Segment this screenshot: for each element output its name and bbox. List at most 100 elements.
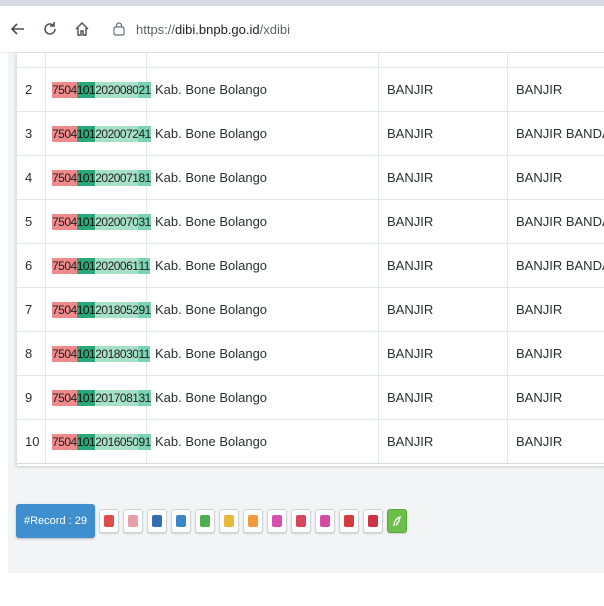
page-content: 2 7504 101 2020080 21 Kab. Bone Bolango BANJIR… bbox=[8, 53, 604, 573]
kabupaten-cell: Kab. Bone Bolango bbox=[146, 199, 379, 244]
kabupaten-cell: Kab. Bone Bolango bbox=[146, 67, 379, 112]
kabupaten-cell: Kab. Bone Bolango bbox=[146, 155, 379, 200]
blue-wave-filter-button[interactable] bbox=[170, 509, 191, 533]
event-code-segment: 101 bbox=[76, 301, 96, 318]
event-code[interactable]: 7504 101 2018052 91 bbox=[45, 287, 151, 332]
event-code[interactable]: 7504 101 2017081 31 bbox=[45, 375, 151, 420]
results-table: 2 7504 101 2020080 21 Kab. Bone Bolango BANJIR… bbox=[17, 53, 604, 464]
event-code-segment: 81 bbox=[138, 169, 151, 186]
disaster-type-cell: BANJIR bbox=[378, 155, 508, 200]
event-type-cell: BANJIR bbox=[507, 375, 604, 420]
event-code-segment: 7504 bbox=[52, 213, 77, 230]
reload-icon[interactable] bbox=[36, 15, 64, 43]
event-code-segment: 31 bbox=[138, 389, 151, 406]
kabupaten-cell: Kab. Bone Bolango bbox=[146, 419, 379, 464]
event-code-segment: 101 bbox=[76, 169, 96, 186]
red-building-filter-button[interactable] bbox=[290, 509, 311, 533]
orange-fire-filter-button[interactable] bbox=[242, 509, 263, 533]
table-row[interactable]: 4 7504 101 2020071 81 Kab. Bone Bolango BANJIR… bbox=[17, 155, 604, 200]
green-leaf-filter-button[interactable] bbox=[386, 509, 407, 533]
row-number: 6 bbox=[17, 243, 46, 288]
page-info-icon[interactable] bbox=[110, 20, 128, 38]
bottom-toolbar: #Record : 29 bbox=[16, 503, 411, 539]
event-code-segment: 2020072 bbox=[95, 125, 139, 142]
back-icon[interactable] bbox=[4, 15, 32, 43]
disaster-type-cell: BANJIR bbox=[378, 331, 508, 376]
pink-drop-filter-button[interactable] bbox=[122, 509, 143, 533]
event-type-cell: BANJIR BANDANG bbox=[507, 111, 604, 156]
kabupaten-cell: Kab. Bone Bolango bbox=[146, 375, 379, 420]
event-code-segment: 2020061 bbox=[95, 257, 139, 274]
red-warning-filter-button[interactable] bbox=[362, 509, 383, 533]
results-table-panel: 2 7504 101 2020080 21 Kab. Bone Bolango BANJIR… bbox=[16, 53, 604, 466]
event-code-segment: 101 bbox=[76, 81, 96, 98]
url-scheme: https:// bbox=[136, 21, 176, 37]
kabupaten-cell: Kab. Bone Bolango bbox=[146, 331, 379, 376]
table-row[interactable]: 8 7504 101 2018030 11 Kab. Bone Bolango BANJIR… bbox=[17, 331, 604, 376]
event-code[interactable]: 7504 101 2016050 91 bbox=[45, 419, 151, 464]
green-check-filter-button[interactable] bbox=[194, 509, 215, 533]
disaster-type-cell: BANJIR bbox=[378, 111, 508, 156]
event-code-segment: 101 bbox=[76, 433, 96, 450]
event-code-segment: 7504 bbox=[52, 389, 77, 406]
event-type-cell: BANJIR bbox=[507, 331, 604, 376]
table-row[interactable]: 5 7504 101 2020070 31 Kab. Bone Bolango BANJIR… bbox=[17, 199, 604, 244]
url-text[interactable]: https://dibi.bnpb.go.id/xdibi bbox=[136, 22, 290, 37]
magenta-quake-filter-button[interactable] bbox=[314, 509, 335, 533]
disaster-type-cell: BANJIR bbox=[378, 199, 508, 244]
event-code[interactable]: 7504 101 2020070 31 bbox=[45, 199, 151, 244]
event-code-segment: 2018052 bbox=[95, 301, 139, 318]
event-code[interactable]: 7504 101 2020071 81 bbox=[45, 155, 151, 200]
blue-tornado-filter-button[interactable] bbox=[146, 509, 167, 533]
kabupaten-cell: Kab. Bone Bolango bbox=[146, 111, 379, 156]
record-count-button[interactable]: #Record : 29 bbox=[16, 504, 95, 538]
event-code-segment: 7504 bbox=[52, 345, 77, 362]
disaster-type-cell: BANJIR bbox=[378, 419, 508, 464]
table-row[interactable]: 7 7504 101 2018052 91 Kab. Bone Bolango BANJIR… bbox=[17, 287, 604, 332]
event-code[interactable]: 7504 101 2020072 41 bbox=[45, 111, 151, 156]
url-host: dibi.bnpb.go.id bbox=[175, 21, 260, 37]
red-flag-filter-button[interactable] bbox=[98, 509, 119, 533]
event-code-segment: 2017081 bbox=[95, 389, 139, 406]
event-code-segment: 2020071 bbox=[95, 169, 139, 186]
row-number: 9 bbox=[17, 375, 46, 420]
event-type-cell: BANJIR BANDANG bbox=[507, 243, 604, 288]
magenta-quake-icon bbox=[319, 515, 330, 527]
table-row[interactable]: 6 7504 101 2020061 11 Kab. Bone Bolango BANJIR… bbox=[17, 243, 604, 288]
event-code-segment: 7504 bbox=[52, 301, 77, 318]
home-icon[interactable] bbox=[68, 15, 96, 43]
event-code-segment: 11 bbox=[138, 345, 150, 362]
red-building-icon bbox=[295, 515, 306, 527]
event-code-segment: 2018030 bbox=[95, 345, 139, 362]
green-check-icon bbox=[199, 515, 210, 527]
url-path: /xdibi bbox=[259, 21, 290, 37]
yellow-sun-filter-button[interactable] bbox=[218, 509, 239, 533]
event-type-cell: BANJIR bbox=[507, 155, 604, 200]
event-code[interactable]: 7504 101 2020080 21 bbox=[45, 67, 151, 112]
event-code[interactable]: 7504 101 2018030 11 bbox=[45, 331, 150, 376]
red-landslide-filter-button[interactable] bbox=[338, 509, 359, 533]
green-leaf-icon bbox=[392, 515, 402, 527]
disaster-type-cell: BANJIR bbox=[378, 287, 508, 332]
event-code[interactable]: 7504 101 2020061 11 bbox=[45, 243, 150, 288]
event-code-segment: 7504 bbox=[52, 433, 77, 450]
magenta-volcano-filter-button[interactable] bbox=[266, 509, 287, 533]
table-row[interactable]: 9 7504 101 2017081 31 Kab. Bone Bolango BANJIR… bbox=[17, 375, 604, 420]
table-row-partial bbox=[17, 53, 604, 68]
event-code-segment: 2016050 bbox=[95, 433, 139, 450]
event-code-segment: 7504 bbox=[52, 169, 77, 186]
address-bar[interactable]: https://dibi.bnpb.go.id/xdibi bbox=[110, 20, 290, 38]
event-type-cell: BANJIR bbox=[507, 287, 604, 332]
event-code-segment: 7504 bbox=[52, 81, 77, 98]
disaster-type-cell: BANJIR bbox=[378, 67, 508, 112]
event-code-segment: 31 bbox=[138, 213, 151, 230]
red-warning-icon bbox=[367, 515, 378, 527]
event-code-segment: 101 bbox=[76, 125, 96, 142]
filter-icon-row bbox=[98, 509, 411, 533]
table-row[interactable]: 10 7504 101 2016050 91 Kab. Bone Bolango BANJI… bbox=[17, 419, 604, 464]
bottom-strip bbox=[0, 573, 604, 606]
event-code-segment: 21 bbox=[138, 81, 151, 98]
table-row[interactable]: 2 7504 101 2020080 21 Kab. Bone Bolango BANJIR… bbox=[17, 67, 604, 112]
table-row[interactable]: 3 7504 101 2020072 41 Kab. Bone Bolango BANJIR… bbox=[17, 111, 604, 156]
event-type-cell: BANJIR BANDANG bbox=[507, 199, 604, 244]
